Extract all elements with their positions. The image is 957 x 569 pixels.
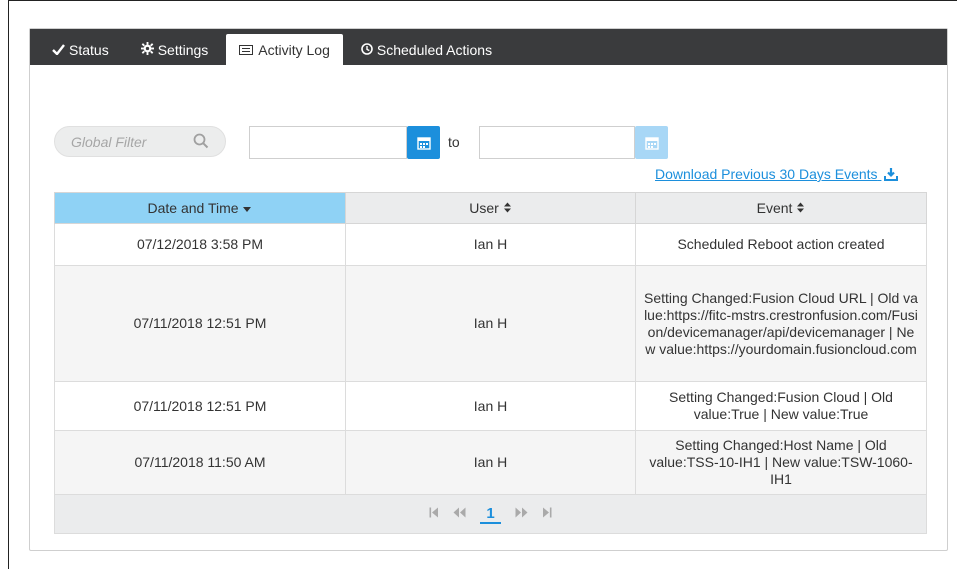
sort-icon: [503, 200, 512, 216]
column-header-date-time[interactable]: Date and Time: [54, 192, 346, 224]
first-page-icon[interactable]: [429, 506, 439, 523]
last-page-icon[interactable]: [542, 506, 552, 523]
cell-user: Ian H: [345, 223, 636, 266]
filter-row: to: [54, 126, 924, 159]
column-header-label: User: [469, 200, 499, 216]
tab-scheduled-actions[interactable]: Scheduled Actions: [347, 35, 506, 65]
tab-settings[interactable]: Settings: [127, 35, 223, 65]
global-filter-input[interactable]: [69, 132, 179, 151]
tab-status[interactable]: Status: [38, 35, 123, 65]
cell-user: Ian H: [345, 381, 636, 431]
column-header-label: Event: [756, 200, 793, 216]
tab-activity-log-label: Activity Log: [258, 42, 330, 58]
sort-icon: [796, 200, 805, 216]
clock-icon: [361, 42, 373, 58]
table-row[interactable]: 07/12/2018 3:58 PM Ian H Scheduled Reboo…: [54, 223, 927, 266]
activity-log-panel: Status Settings Activity Log Scheduled A…: [29, 28, 948, 551]
date-to-calendar-button[interactable]: [635, 126, 668, 159]
tab-status-label: Status: [69, 42, 109, 58]
cell-user: Ian H: [345, 265, 636, 382]
next-page-icon[interactable]: [515, 506, 528, 523]
cell-datetime: 07/11/2018 12:51 PM: [54, 381, 346, 431]
cell-datetime: 07/11/2018 11:50 AM: [54, 430, 346, 495]
download-events-link[interactable]: Download Previous 30 Days Events: [655, 166, 899, 182]
pagination-row: 1: [54, 494, 927, 534]
table-row[interactable]: 07/11/2018 11:50 AM Ian H Setting Change…: [54, 430, 927, 495]
previous-page-icon[interactable]: [453, 506, 466, 523]
tab-bar: Status Settings Activity Log Scheduled A…: [30, 29, 947, 66]
list-icon: [239, 45, 254, 55]
column-header-event[interactable]: Event: [635, 192, 927, 224]
activity-log-table: Date and Time User Event 07/12/2018 3:58…: [54, 192, 927, 534]
download-icon: [884, 168, 899, 181]
tab-settings-label: Settings: [157, 42, 209, 58]
pagination: 1: [55, 505, 926, 524]
global-filter[interactable]: [54, 126, 226, 157]
calendar-icon: [644, 136, 659, 150]
check-icon: [52, 43, 65, 58]
cell-user: Ian H: [345, 430, 636, 495]
cell-event: Setting Changed:Fusion Cloud URL | Old v…: [635, 265, 927, 382]
search-icon[interactable]: [193, 133, 209, 149]
date-from-input[interactable]: [249, 126, 407, 159]
download-events-label: Download Previous 30 Days Events: [655, 166, 878, 182]
to-label: to: [448, 134, 460, 150]
cell-event: Setting Changed:Fusion Cloud | Old value…: [635, 381, 927, 431]
column-header-user[interactable]: User: [345, 192, 636, 224]
date-from-calendar-button[interactable]: [407, 126, 440, 159]
cell-datetime: 07/12/2018 3:58 PM: [54, 223, 346, 266]
cell-event: Setting Changed:Host Name | Old value:TS…: [635, 430, 927, 495]
page-number-current[interactable]: 1: [480, 505, 501, 524]
tab-scheduled-actions-label: Scheduled Actions: [376, 42, 493, 58]
cell-datetime: 07/11/2018 12:51 PM: [54, 265, 346, 382]
tab-activity-log[interactable]: Activity Log: [226, 34, 343, 66]
table-row[interactable]: 07/11/2018 12:51 PM Ian H Setting Change…: [54, 265, 927, 382]
gear-icon: [140, 42, 154, 58]
table-row[interactable]: 07/11/2018 12:51 PM Ian H Setting Change…: [54, 381, 927, 431]
column-header-label: Date and Time: [147, 200, 239, 216]
calendar-icon: [416, 136, 431, 150]
sort-desc-icon: [242, 200, 252, 216]
cell-event: Scheduled Reboot action created: [635, 223, 927, 266]
date-to-input[interactable]: [479, 126, 635, 159]
